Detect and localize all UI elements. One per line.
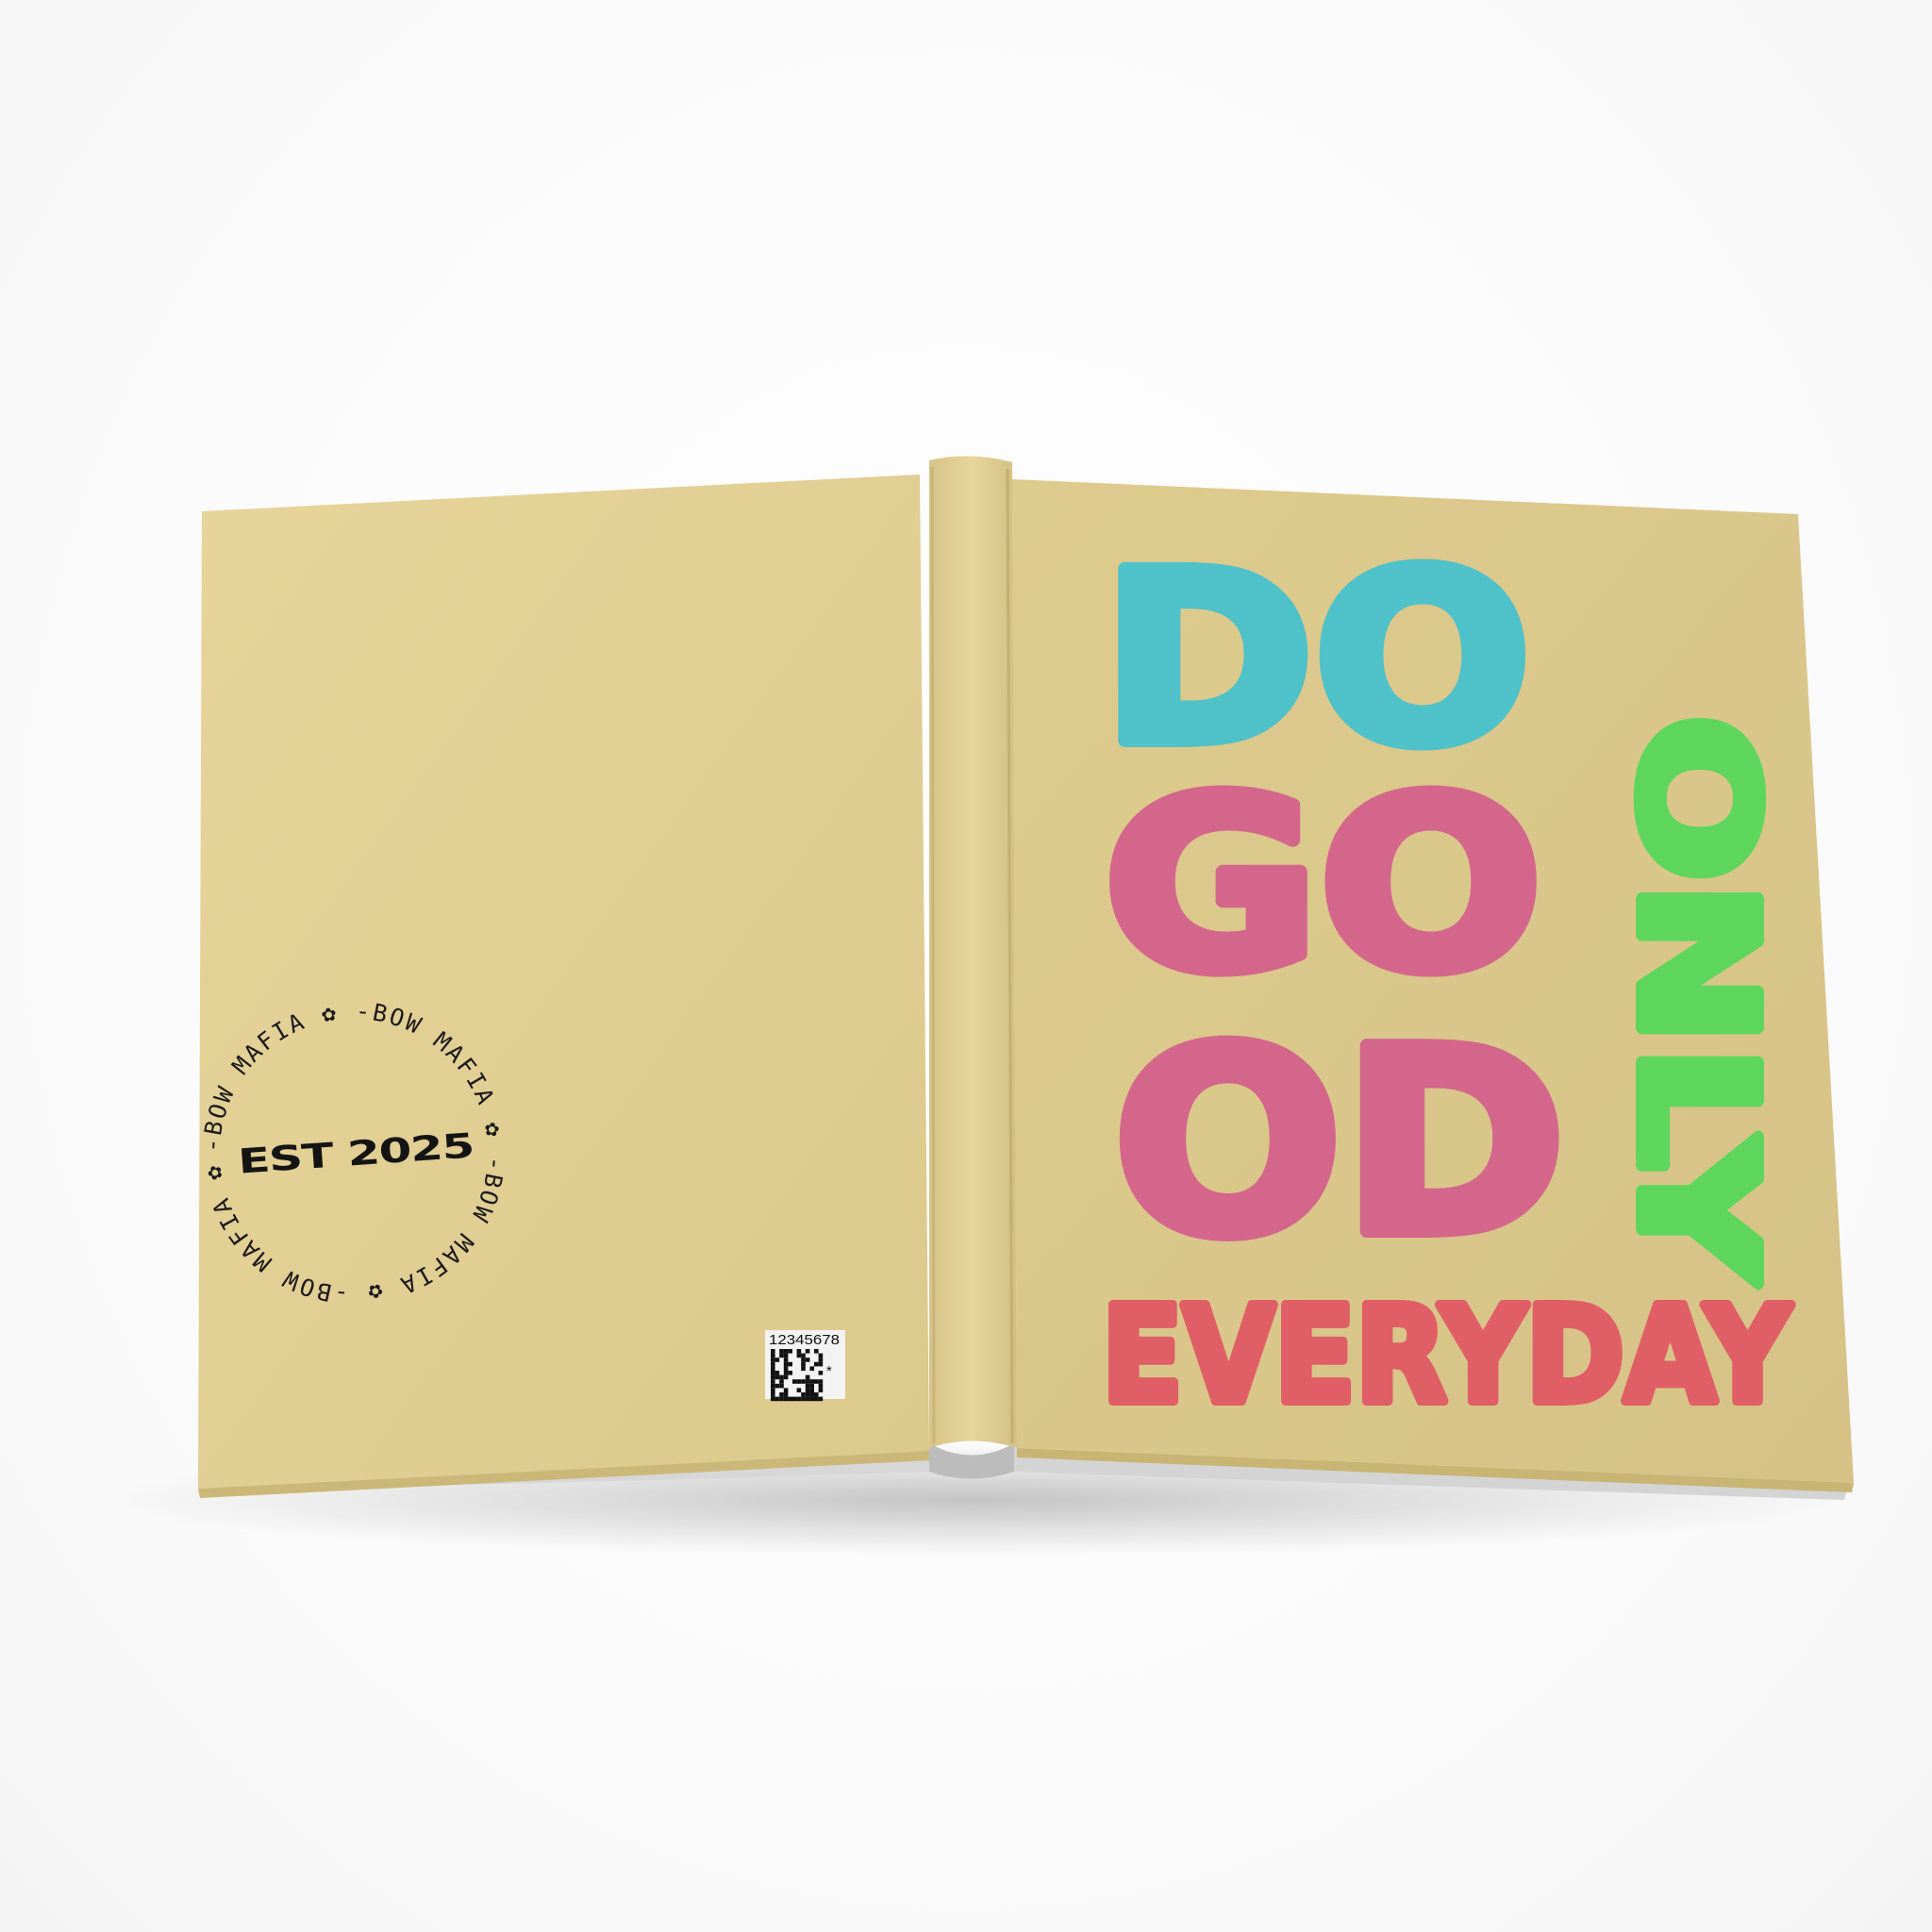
barcode-cell: [801, 1366, 806, 1371]
word-od: OD: [1113, 994, 1566, 1291]
barcode-cell: [771, 1361, 775, 1367]
barcode-cell: [788, 1349, 792, 1354]
barcode-cell: [809, 1379, 814, 1384]
barcode-cell: [771, 1349, 775, 1354]
barcode-cell: [814, 1379, 819, 1384]
barcode-cell: [779, 1396, 784, 1402]
barcode-cell: [814, 1392, 819, 1397]
barcode-cell: [783, 1371, 789, 1375]
barcode-cell: [774, 1371, 780, 1375]
barcode-cell: [774, 1357, 780, 1362]
barcode-cell: [771, 1374, 775, 1380]
barcode-cell: [788, 1361, 792, 1367]
barcode-cell: [796, 1388, 802, 1392]
barcode-cell: [779, 1353, 784, 1358]
barcode-cell: [814, 1349, 819, 1354]
barcode-cell: [809, 1366, 814, 1371]
barcode-cell: [809, 1396, 814, 1402]
barcode-cell: [801, 1353, 806, 1358]
barcode-cell: [771, 1357, 775, 1362]
barcode-cell: [801, 1357, 806, 1362]
barcode-cell: [783, 1366, 789, 1371]
barcode-cell: [771, 1371, 775, 1375]
barcode-cell: [809, 1383, 814, 1389]
barcode-cell: [805, 1379, 810, 1384]
barcode-cell: [818, 1371, 824, 1375]
barcode-cell: [783, 1396, 789, 1402]
barcode-cell: [774, 1383, 780, 1389]
barcode-cell: [779, 1349, 784, 1354]
barcode-cell: [805, 1349, 810, 1354]
barcode-cell: [801, 1379, 806, 1384]
spine-hinge-left: [930, 466, 936, 1444]
barcode-cell: [779, 1392, 784, 1397]
barcode-mark: *: [826, 1363, 832, 1379]
barcode-cell: [792, 1379, 797, 1384]
barcode-cell: [783, 1388, 789, 1392]
barcode-cell: [801, 1361, 806, 1367]
barcode-cell: [801, 1392, 806, 1397]
barcode-cell: [818, 1396, 824, 1402]
barcode-cell: [783, 1349, 789, 1354]
barcode-cell: [805, 1396, 810, 1402]
barcode-cell: [796, 1353, 802, 1358]
barcode-cell: [783, 1357, 789, 1362]
barcode-cell: [771, 1396, 775, 1402]
barcode-cell: [779, 1383, 784, 1389]
barcode-label: 12345678 *: [765, 1330, 845, 1402]
barcode-cell: [796, 1349, 802, 1354]
barcode-cell: [779, 1374, 784, 1380]
barcode-cell: [771, 1392, 775, 1397]
barcode-cell: [779, 1379, 784, 1384]
barcode-cell: [796, 1396, 802, 1402]
barcode-cell: [805, 1388, 810, 1392]
barcode-cell: [805, 1392, 810, 1397]
barcode-cell: [818, 1388, 824, 1392]
word-go: GO: [1104, 748, 1542, 1023]
barcode-cell: [814, 1396, 819, 1402]
barcode-cell: [771, 1353, 775, 1358]
barcode-cell: [792, 1396, 797, 1402]
word-only: ONLY: [1603, 715, 1790, 1283]
barcode-cell: [805, 1374, 810, 1380]
barcode-cell: [771, 1383, 775, 1389]
barcode-cell: [818, 1357, 824, 1362]
barcode-cell: [796, 1379, 802, 1384]
barcode-cell: [805, 1357, 810, 1362]
barcode-cell: [818, 1361, 824, 1367]
barcode-cell: [805, 1383, 810, 1389]
barcode-number: 12345678: [769, 1332, 840, 1348]
barcode-cell: [809, 1388, 814, 1392]
product-scene: DO GO OD ONLY EVERYDAY -BOW MAFIA ✿ -BOW…: [0, 0, 1932, 1932]
barcode-cell: [783, 1374, 789, 1380]
barcode-cell: [788, 1371, 792, 1375]
barcode-cell: [814, 1361, 819, 1367]
barcode-cell: [774, 1374, 780, 1380]
barcode-cell: [774, 1396, 780, 1402]
barcode-cell: [783, 1361, 789, 1367]
spine: [929, 456, 1017, 1448]
barcode-cell: [809, 1392, 814, 1397]
journal-illustration: DO GO OD ONLY EVERYDAY -BOW MAFIA ✿ -BOW…: [104, 456, 1854, 1557]
barcode-cell: [818, 1383, 824, 1389]
barcode-cell: [771, 1388, 775, 1392]
barcode-cell: [783, 1392, 789, 1397]
barcode-cell: [818, 1379, 824, 1384]
barcode-cell: [788, 1396, 792, 1402]
barcode-cell: [818, 1353, 824, 1358]
barcode-cell: [801, 1396, 806, 1402]
barcode-cell: [783, 1353, 789, 1358]
barcode-cell: [771, 1366, 775, 1371]
barcode-cell: [771, 1379, 775, 1384]
word-everyday: EVERYDAY: [1102, 1279, 1791, 1433]
